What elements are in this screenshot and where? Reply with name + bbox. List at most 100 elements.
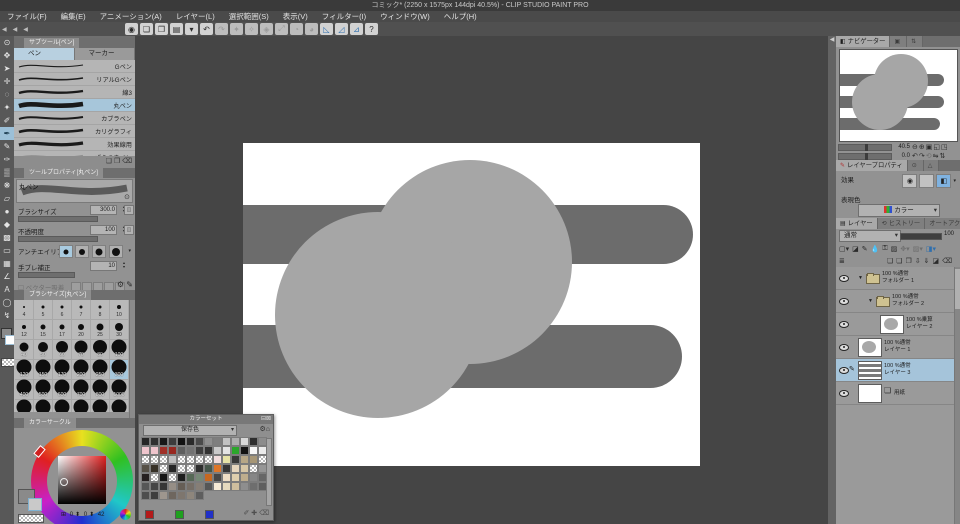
add-color-icon[interactable]: ✚ xyxy=(251,510,257,517)
brush-size-cell[interactable]: 200 xyxy=(72,359,91,380)
brush-size-cell[interactable]: 10 xyxy=(110,300,129,320)
tab-layer-search[interactable]: ⊙ xyxy=(907,160,924,171)
palette-swatch[interactable] xyxy=(159,482,168,491)
opacity-dynamics-icon[interactable]: ◫ xyxy=(124,225,134,235)
lock-icon[interactable]: ⌂ xyxy=(266,426,270,433)
clear-button[interactable]: ✦ xyxy=(230,23,243,35)
palette-swatch[interactable] xyxy=(213,482,222,491)
brush-size-cell[interactable]: 800 xyxy=(91,379,110,400)
close-icon[interactable]: ⊠ xyxy=(266,416,271,422)
palette-swatch[interactable] xyxy=(195,446,204,455)
duplicate-subtool-icon[interactable]: ❐ xyxy=(114,158,120,165)
brush-size-cell[interactable] xyxy=(15,399,34,412)
brush-size-cell[interactable]: 1000 xyxy=(110,379,129,400)
palette-swatch[interactable] xyxy=(150,464,159,473)
replace-color-icon[interactable]: ✐ xyxy=(243,510,249,517)
palette-swatch[interactable] xyxy=(231,437,240,446)
brush-size-cell[interactable] xyxy=(34,399,53,412)
palette-swatch[interactable] xyxy=(222,482,231,491)
palette-swatch[interactable] xyxy=(141,455,150,464)
palette-swatch[interactable] xyxy=(204,482,213,491)
layer-list-view-icon[interactable]: ≣ xyxy=(836,257,845,265)
palette-swatch[interactable] xyxy=(204,464,213,473)
palette-swatch[interactable] xyxy=(159,491,168,500)
new-folder-icon[interactable]: ❐ xyxy=(905,257,911,265)
delete-color-icon[interactable]: ⌫ xyxy=(259,510,269,517)
palette-swatch[interactable] xyxy=(159,464,168,473)
brush-size-dynamics-icon[interactable]: ◫ xyxy=(124,205,134,215)
palette-swatch[interactable] xyxy=(213,464,222,473)
help-button[interactable]: ? xyxy=(365,23,378,35)
move-tool[interactable]: ✥ xyxy=(0,49,14,62)
palette-swatch[interactable] xyxy=(240,464,249,473)
layer-row-layer-3-selected[interactable]: ✎ 100 %通常 レイヤー 3 xyxy=(836,359,960,382)
stabilization-value[interactable]: 10 xyxy=(90,261,117,271)
new-button[interactable]: ❏ xyxy=(140,23,153,35)
droplet-icon[interactable]: 💧 xyxy=(871,245,880,253)
brush-size-cell[interactable]: 5 xyxy=(34,300,53,320)
palette-swatch[interactable] xyxy=(231,464,240,473)
add-subtool-icon[interactable]: ❏ xyxy=(106,158,112,165)
ruler-tool[interactable]: ∠ xyxy=(0,270,14,283)
palette-swatch[interactable] xyxy=(150,455,159,464)
hsv-mode-icon[interactable]: ⊞ xyxy=(61,512,66,518)
new-vector-layer-icon[interactable]: ❏ xyxy=(896,257,902,265)
palette-swatch[interactable] xyxy=(213,455,222,464)
subtool-real-g-pen[interactable]: リアルGペン xyxy=(14,73,135,86)
decoration-tool[interactable]: ❋ xyxy=(0,179,14,192)
palette-swatch[interactable] xyxy=(168,446,177,455)
redo-button[interactable]: ↷ xyxy=(215,23,228,35)
layer-row-folder-1[interactable]: ▼ 100 %通常 フォルダー 1 xyxy=(836,267,960,290)
opacity-slider[interactable] xyxy=(18,236,98,242)
palette-swatch[interactable] xyxy=(195,455,204,464)
palette-swatch[interactable] xyxy=(231,473,240,482)
brush-size-cell[interactable] xyxy=(110,399,129,412)
tab-layer-property[interactable]: ✎ レイヤープロパティ xyxy=(836,160,908,171)
effect-dropdown-arrow[interactable]: ▾ xyxy=(953,178,956,184)
layer-opacity-slider[interactable] xyxy=(900,233,942,240)
palette-swatch[interactable] xyxy=(222,464,231,473)
stabilization-stepper[interactable]: ▴ ▾ xyxy=(123,261,125,269)
brush-size-cell[interactable]: 12 xyxy=(15,320,34,340)
menu-item[interactable]: ウィンドウ(W) xyxy=(373,11,437,22)
brush-size-cell[interactable] xyxy=(91,399,110,412)
palette-color-select[interactable]: ▢▾ xyxy=(839,245,849,253)
frame-border-tool[interactable]: ▦ xyxy=(0,257,14,270)
rotate-left-button[interactable]: ◔ xyxy=(290,23,303,35)
brush-size-cell[interactable]: 50 xyxy=(34,340,53,360)
palette-swatch[interactable] xyxy=(240,455,249,464)
palette-swatch[interactable] xyxy=(159,437,168,446)
palette-swatch[interactable] xyxy=(141,464,150,473)
brush-tool[interactable]: ✑ xyxy=(0,153,14,166)
palette-swatch[interactable] xyxy=(177,455,186,464)
subtool-calligraphy[interactable]: カリグラフィ xyxy=(14,125,135,138)
visibility-eye-icon[interactable] xyxy=(839,275,849,282)
palette-swatch[interactable] xyxy=(231,455,240,464)
layer-row-paper[interactable]: ❏ 用紙 xyxy=(836,382,960,405)
visibility-eye-icon[interactable] xyxy=(839,390,849,397)
palette-swatch[interactable] xyxy=(249,482,258,491)
brush-size-cell[interactable]: 8 xyxy=(91,300,110,320)
palette-swatch[interactable] xyxy=(168,437,177,446)
palette-swatch[interactable] xyxy=(213,437,222,446)
palette-swatch[interactable] xyxy=(222,437,231,446)
canvas-page[interactable] xyxy=(243,143,700,466)
palette-swatch[interactable] xyxy=(195,473,204,482)
subtool-rough-pen[interactable]: ざらつきペン xyxy=(14,151,135,156)
palette-swatch[interactable] xyxy=(222,446,231,455)
hue-stepper[interactable]: ⬍ xyxy=(75,512,80,518)
palette-swatch[interactable] xyxy=(213,473,222,482)
tab-layers[interactable]: ▤ レイヤー xyxy=(836,218,878,229)
palette-swatch[interactable] xyxy=(150,437,159,446)
transform-button[interactable]: ⤢ xyxy=(275,23,288,35)
quick-swatch-red[interactable] xyxy=(145,510,154,519)
tone-effect-button[interactable] xyxy=(919,174,935,188)
save-menu-arrow[interactable]: ▾ xyxy=(185,23,198,35)
operation-tool[interactable]: ➤ xyxy=(0,62,14,75)
fill-button[interactable]: ◈ xyxy=(260,23,273,35)
zoom-tool[interactable]: ⊙ xyxy=(0,36,14,49)
palette-swatch[interactable] xyxy=(177,464,186,473)
palette-swatch[interactable] xyxy=(168,455,177,464)
palette-swatch[interactable] xyxy=(150,491,159,500)
palette-swatch[interactable] xyxy=(204,446,213,455)
